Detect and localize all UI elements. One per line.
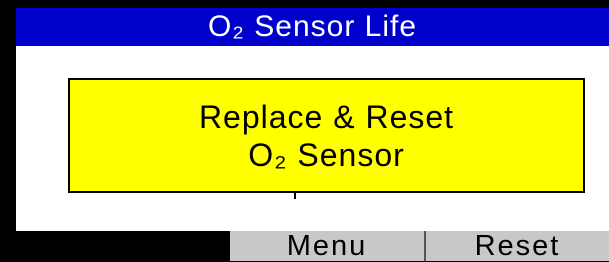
alert-line-2: O₂ Sensor (248, 136, 405, 173)
menu-softkey[interactable]: Menu (230, 231, 426, 261)
device-screen: O₂ Sensor Life Replace & Reset O₂ Sensor… (0, 0, 609, 261)
divider-tick (294, 193, 296, 199)
content-area: Replace & Reset O₂ Sensor (16, 46, 609, 231)
screen-title: O₂ Sensor Life (16, 8, 609, 46)
replace-sensor-alert: Replace & Reset O₂ Sensor (68, 78, 585, 193)
reset-softkey[interactable]: Reset (426, 231, 609, 261)
softkey-bar: Menu Reset (230, 231, 609, 261)
alert-line-1: Replace & Reset (198, 98, 455, 135)
